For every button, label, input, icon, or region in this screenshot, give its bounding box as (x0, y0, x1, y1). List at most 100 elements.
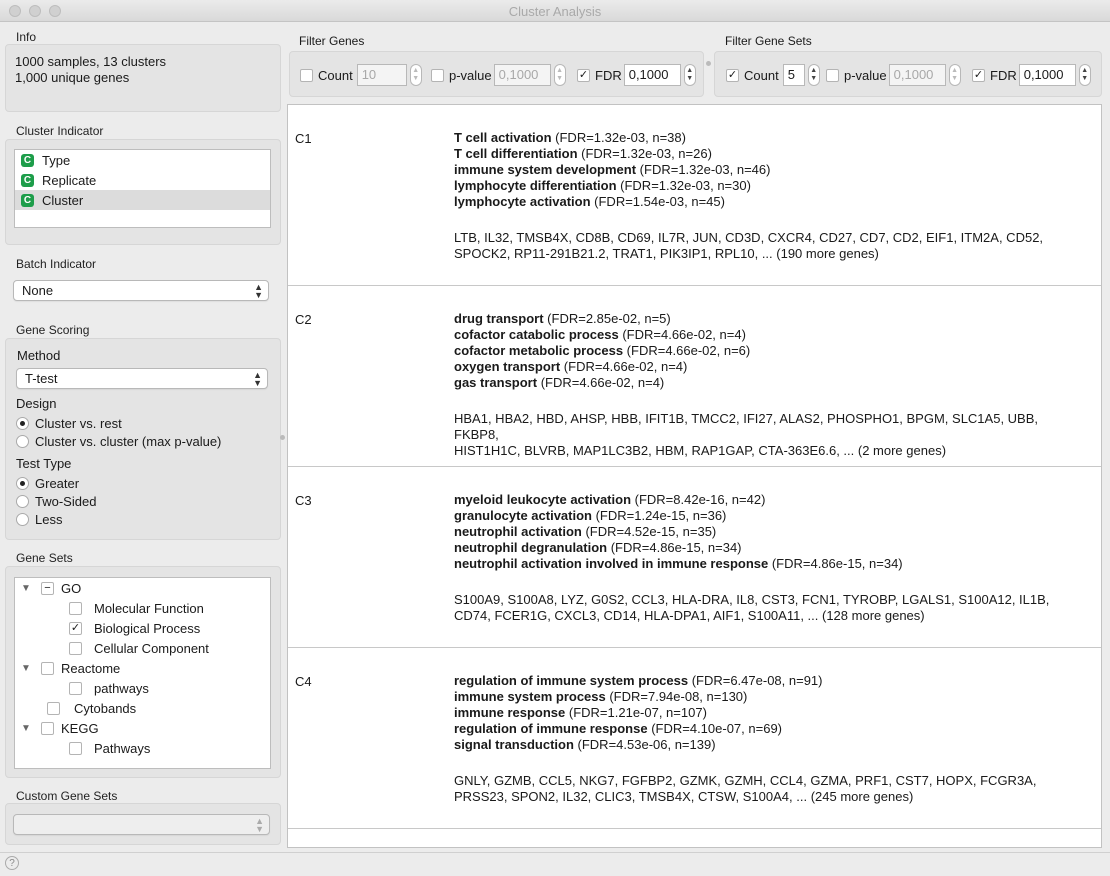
cluster-terms: T cell activation (FDR=1.32e-03, n=38) T… (454, 130, 770, 210)
cluster-row[interactable]: C1 T cell activation (FDR=1.32e-03, n=38… (288, 105, 1101, 286)
gene-sets-tree[interactable]: ▼ − GO Molecular Function ✓ Biological P… (14, 577, 271, 769)
help-icon[interactable]: ? (5, 856, 19, 870)
gene-scoring-box: Method T-test ▲ ▼ Design Cluster vs. rest… (5, 338, 281, 540)
checkbox[interactable] (41, 661, 54, 675)
info-genes: 1,000 unique genes (15, 70, 130, 85)
cluster-id: C1 (295, 131, 312, 146)
splitter-handle[interactable] (706, 61, 711, 66)
expanded-arrow-icon[interactable]: ▼ (19, 583, 33, 594)
pvalue-input[interactable]: 0,1000 (493, 64, 551, 86)
fdr-stepper[interactable]: ▲ ▼ (683, 64, 696, 86)
tree-item-kegg-pathways[interactable]: Pathways (69, 738, 150, 758)
radio-selected-icon (16, 477, 29, 490)
radio-label: Cluster vs. cluster (max p-value) (35, 434, 222, 449)
gene-sets-label: Gene Sets (16, 551, 73, 565)
pvalue-checkbox[interactable] (431, 68, 444, 82)
checked-checkbox[interactable]: ✓ (69, 621, 82, 635)
checkbox[interactable] (41, 721, 54, 735)
term-line: signal transduction (FDR=4.53e-06, n=139… (454, 737, 716, 752)
method-select[interactable]: T-test ▲ ▼ (16, 368, 268, 389)
pvalue-input[interactable]: 0,1000 (888, 64, 946, 86)
method-label: Method (17, 348, 61, 363)
fdr-input[interactable]: 0,1000 (623, 64, 681, 86)
cluster-indicator-box: C Type C Replicate C Cluster (5, 139, 281, 245)
list-item-type[interactable]: C Type (15, 150, 270, 170)
filter-gene-sets-pvalue: p-value 0,1000 ▲ ▼ (826, 64, 961, 86)
count-input[interactable]: 10 (356, 64, 407, 86)
count-checkbox[interactable]: ✓ (726, 68, 739, 82)
checkbox[interactable] (69, 741, 82, 755)
updown-arrows-icon: ▲ ▼ (255, 816, 264, 834)
tree-item-molecular-function[interactable]: Molecular Function (69, 598, 204, 618)
expanded-arrow-icon[interactable]: ▼ (19, 663, 33, 674)
test-type-less[interactable]: Less (16, 512, 62, 527)
checkbox[interactable] (69, 681, 82, 695)
term-line: neutrophil activation involved in immune… (454, 556, 903, 571)
results-view[interactable]: C1 T cell activation (FDR=1.32e-03, n=38… (287, 104, 1102, 848)
checkbox[interactable] (47, 701, 60, 715)
filter-genes-fdr: ✓ FDR 0,1000 ▲ ▼ (577, 64, 696, 86)
cluster-genes: LTB, IL32, TMSB4X, CD8B, CD69, IL7R, JUN… (454, 230, 1084, 262)
term-line: lymphocyte activation (FDR=1.54e-03, n=4… (454, 194, 725, 209)
tree-item-reactome-pathways[interactable]: pathways (69, 678, 149, 698)
checkbox[interactable] (69, 641, 82, 655)
pvalue-checkbox[interactable] (826, 68, 839, 82)
filter-gene-sets-box: ✓ Count 5 ▲ ▼ p-value 0,1000 ▲ ▼ ✓ FDR 0,1… (714, 51, 1102, 97)
radio-label: Greater (35, 476, 80, 491)
cluster-id: C4 (295, 674, 312, 689)
pvalue-stepper[interactable]: ▲ ▼ (948, 64, 961, 86)
count-stepper[interactable]: ▲ ▼ (409, 64, 422, 86)
tree-item-cytobands[interactable]: Cytobands (47, 698, 136, 718)
term-line: immune system process (FDR=7.94e-08, n=1… (454, 689, 748, 704)
updown-arrows-icon: ▲ ▼ (254, 282, 263, 300)
genes-line: CD74, FCER1G, CXCL3, CD14, HLA-DPA1, AIF… (454, 608, 925, 623)
term-line: T cell activation (FDR=1.32e-03, n=38) (454, 130, 686, 145)
term-line: T cell differentiation (FDR=1.32e-03, n=… (454, 146, 712, 161)
term-line: neutrophil degranulation (FDR=4.86e-15, … (454, 540, 742, 555)
test-type-greater[interactable]: Greater (16, 476, 79, 491)
test-type-two-sided[interactable]: Two-Sided (16, 494, 96, 509)
tree-item-kegg[interactable]: ▼ KEGG (19, 718, 99, 738)
fdr-checkbox[interactable]: ✓ (972, 68, 985, 82)
expanded-arrow-icon[interactable]: ▼ (19, 723, 33, 734)
term-line: lymphocyte differentiation (FDR=1.32e-03… (454, 178, 751, 193)
custom-gene-sets-label: Custom Gene Sets (16, 789, 118, 803)
design-cluster-vs-cluster[interactable]: Cluster vs. cluster (max p-value) (16, 434, 221, 449)
filter-genes-pvalue: p-value 0,1000 ▲ ▼ (431, 64, 566, 86)
pvalue-stepper[interactable]: ▲ ▼ (553, 64, 566, 86)
tree-item-cellular-component[interactable]: Cellular Component (69, 638, 209, 658)
term-line: neutrophil activation (FDR=4.52e-15, n=3… (454, 524, 717, 539)
count-checkbox[interactable] (300, 68, 313, 82)
batch-indicator-label: Batch Indicator (16, 257, 97, 271)
radio-label: Less (35, 512, 63, 527)
fdr-checkbox[interactable]: ✓ (577, 68, 590, 82)
tree-item-go[interactable]: ▼ − GO (19, 578, 81, 598)
custom-gene-sets-select[interactable]: ▲ ▼ (13, 814, 270, 835)
partial-checkbox[interactable]: − (41, 581, 54, 595)
radio-label: Two-Sided (35, 494, 97, 509)
count-input[interactable]: 5 (782, 64, 805, 86)
design-cluster-vs-rest[interactable]: Cluster vs. rest (16, 416, 122, 431)
updown-arrows-icon: ▲ ▼ (253, 370, 262, 388)
list-item-replicate[interactable]: C Replicate (15, 170, 270, 190)
tree-item-label: pathways (94, 680, 149, 696)
radio-icon (16, 435, 29, 448)
fdr-input[interactable]: 0,1000 (1018, 64, 1076, 86)
radio-selected-icon (16, 417, 29, 430)
tree-item-label: Cellular Component (94, 640, 209, 656)
fdr-stepper[interactable]: ▲ ▼ (1078, 64, 1091, 86)
cluster-genes: GNLY, GZMB, CCL5, NKG7, FGFBP2, GZMK, GZ… (454, 773, 1084, 805)
cluster-row[interactable]: C3 myeloid leukocyte activation (FDR=8.4… (288, 467, 1101, 648)
tree-item-biological-process[interactable]: ✓ Biological Process (69, 618, 200, 638)
splitter-handle[interactable] (280, 435, 285, 440)
checkbox[interactable] (69, 601, 82, 615)
count-stepper[interactable]: ▲ ▼ (807, 64, 820, 86)
batch-indicator-select[interactable]: None ▲ ▼ (13, 280, 269, 301)
cluster-row[interactable]: C2 drug transport (FDR=2.85e-02, n=5) co… (288, 286, 1101, 467)
cluster-indicator-list[interactable]: C Type C Replicate C Cluster (14, 149, 271, 228)
count-label: Count (744, 67, 779, 83)
tree-item-reactome[interactable]: ▼ Reactome (19, 658, 120, 678)
list-item-cluster[interactable]: C Cluster (15, 190, 270, 210)
pvalue-label: p-value (844, 67, 887, 83)
cluster-row[interactable]: C4 regulation of immune system process (… (288, 648, 1101, 829)
